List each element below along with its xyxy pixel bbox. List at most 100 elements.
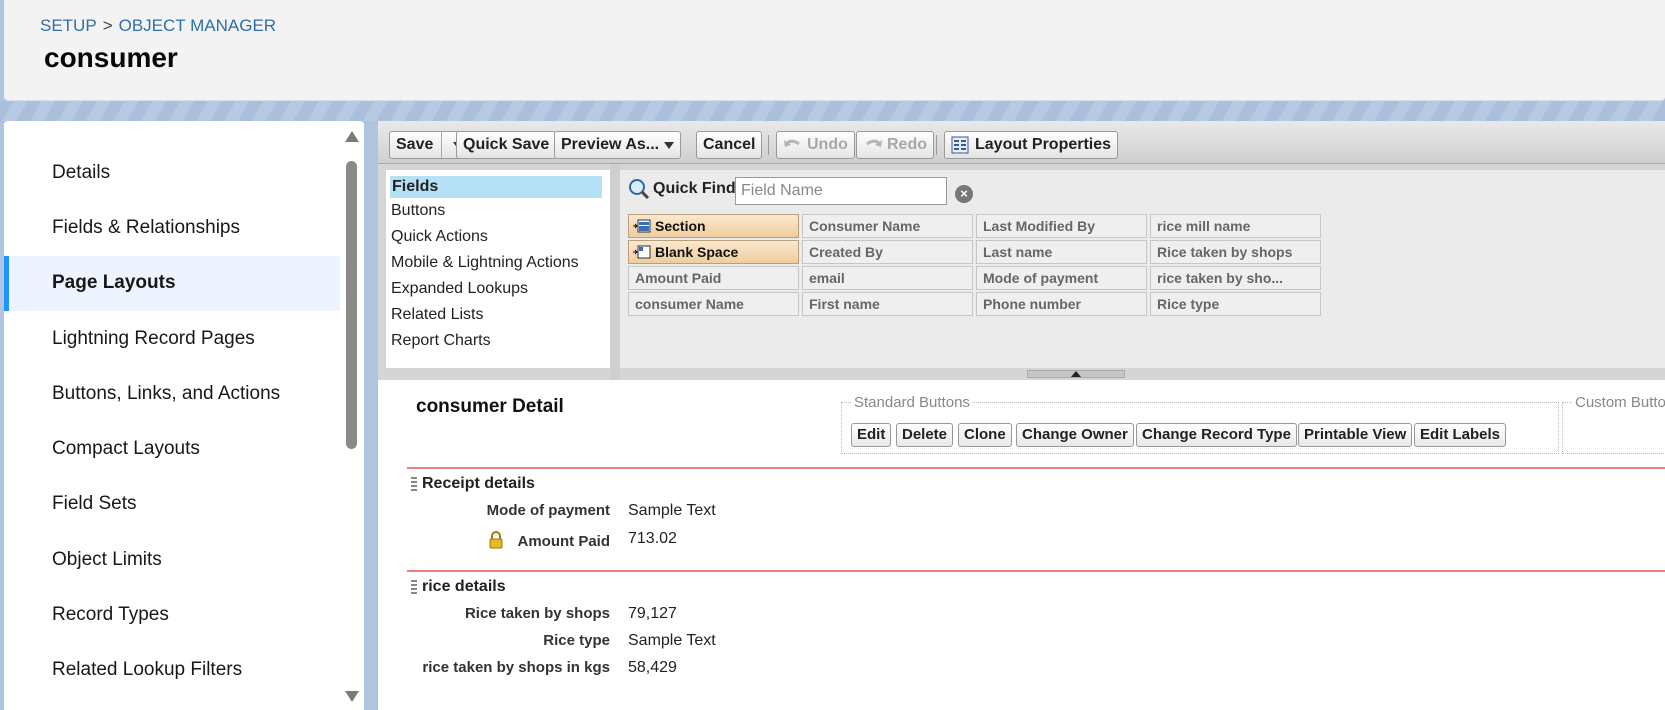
object-manager-sidebar: Details Fields & Relationships Page Layo…: [4, 121, 364, 710]
toolbar-divider: [768, 135, 769, 155]
standard-buttons-group: Standard Buttons Edit Delete Clone Chang…: [841, 394, 1559, 454]
standard-buttons-label: Standard Buttons: [852, 394, 972, 411]
sidebar-item-buttons-links-actions[interactable]: Buttons, Links, and Actions: [4, 366, 340, 421]
change-owner-button[interactable]: Change Owner: [1016, 423, 1134, 447]
printable-view-button[interactable]: Printable View: [1298, 423, 1413, 447]
edit-labels-button[interactable]: Edit Labels: [1414, 423, 1507, 447]
quick-save-button[interactable]: Quick Save: [456, 131, 557, 159]
field-label: Rice taken by shops: [464, 605, 610, 622]
palette-divider[interactable]: [610, 164, 620, 380]
section-title: Receipt details: [422, 475, 535, 492]
palette-field[interactable]: email: [802, 266, 973, 290]
palette-field[interactable]: Amount Paid: [628, 266, 799, 290]
section-divider: [407, 467, 1665, 469]
cancel-button[interactable]: Cancel: [696, 131, 763, 159]
collapse-palette-handle[interactable]: [1027, 370, 1125, 378]
layout-field-row[interactable]: Amount Paid 713.02: [408, 530, 1008, 552]
sidebar-item-page-layouts[interactable]: Page Layouts: [4, 255, 340, 311]
sidebar-item-compact-layouts[interactable]: Compact Layouts: [4, 421, 340, 476]
sidebar-item-lightning-record-pages[interactable]: Lightning Record Pages: [4, 311, 340, 366]
layout-field-row[interactable]: Mode of payment Sample Text: [408, 502, 1008, 524]
scrollbar-thumb[interactable]: [346, 161, 357, 449]
sidebar-item-record-types[interactable]: Record Types: [4, 587, 340, 642]
drag-handle-icon[interactable]: [411, 580, 417, 595]
layout-field-row[interactable]: rice taken by shops in kgs 58,429: [408, 659, 1008, 681]
layout-field-row[interactable]: Rice taken by shops 79,127: [408, 605, 1008, 627]
layout-field-row[interactable]: Rice type Sample Text: [408, 632, 1008, 654]
palette-field[interactable]: Phone number: [976, 292, 1147, 316]
field-label: rice taken by shops in kgs: [422, 659, 610, 676]
palette-field[interactable]: rice taken by sho...: [1150, 266, 1321, 290]
clone-button[interactable]: Clone: [958, 423, 1012, 447]
palette-field[interactable]: rice mill name: [1150, 214, 1321, 238]
section-header-rice-details[interactable]: rice details: [411, 578, 506, 596]
save-label: Save: [396, 136, 434, 153]
scroll-up-icon[interactable]: [345, 131, 359, 142]
palette-field[interactable]: First name: [802, 292, 973, 316]
category-report-charts[interactable]: Report Charts: [386, 328, 610, 354]
field-value: 79,127: [628, 605, 677, 622]
undo-icon: [783, 139, 800, 147]
delete-button[interactable]: Delete: [896, 423, 954, 447]
scroll-down-icon[interactable]: [345, 691, 359, 702]
palette-field[interactable]: Mode of payment: [976, 266, 1147, 290]
sidebar-item-field-sets[interactable]: Field Sets: [4, 477, 340, 532]
sidebar-item-related-lookup-filters[interactable]: Related Lookup Filters: [4, 643, 340, 698]
category-mobile-lightning-actions[interactable]: Mobile & Lightning Actions: [386, 250, 610, 276]
breadcrumb-object-manager[interactable]: OBJECT MANAGER: [119, 16, 276, 35]
breadcrumb-separator: >: [102, 16, 113, 35]
blank-space-icon: [633, 245, 651, 259]
palette-categories: Fields Buttons Quick Actions Mobile & Li…: [386, 170, 610, 368]
palette-field[interactable]: Consumer Name: [802, 214, 973, 238]
custom-buttons-label: Custom Butto: [1573, 394, 1665, 411]
category-expanded-lookups[interactable]: Expanded Lookups: [386, 276, 610, 302]
section-title: rice details: [422, 578, 506, 595]
quick-find-label: Quick Find: [653, 180, 736, 197]
layout-properties-button[interactable]: Layout Properties: [944, 131, 1119, 159]
undo-button[interactable]: Undo: [776, 131, 855, 159]
category-buttons[interactable]: Buttons: [386, 198, 610, 224]
category-fields[interactable]: Fields: [390, 176, 602, 198]
sidebar-item-details[interactable]: Details: [4, 145, 340, 200]
sidebar-scrollbar[interactable]: [342, 127, 362, 704]
drag-handle-icon[interactable]: [411, 477, 417, 492]
palette-field[interactable]: Rice taken by shops: [1150, 240, 1321, 264]
chevron-down-icon: [664, 141, 675, 149]
field-value: 713.02: [628, 530, 677, 547]
preview-as-button[interactable]: Preview As...: [554, 131, 682, 159]
lock-icon: [489, 531, 502, 549]
field-palette: Fields Buttons Quick Actions Mobile & Li…: [378, 164, 1665, 380]
edit-button[interactable]: Edit: [851, 423, 892, 447]
palette-field[interactable]: Last name: [976, 240, 1147, 264]
palette-field[interactable]: Rice type: [1150, 292, 1321, 316]
field-label: Rice type: [543, 632, 610, 649]
quick-find-input[interactable]: [735, 177, 947, 205]
section-divider: [407, 570, 1665, 572]
palette-collapse-bar: [620, 368, 1665, 380]
sidebar-item-object-limits[interactable]: Object Limits: [4, 532, 340, 587]
category-quick-actions[interactable]: Quick Actions: [386, 224, 610, 250]
layout-toolbar: Save Quick Save Preview As... Cancel Und…: [378, 121, 1665, 164]
change-record-type-button[interactable]: Change Record Type: [1136, 423, 1297, 447]
page-title: consumer: [44, 42, 178, 73]
clear-search-icon[interactable]: ×: [955, 185, 973, 203]
field-label-with-lock: Amount Paid: [489, 531, 610, 550]
palette-fields-area: Quick Find × Section Consumer Name Last …: [620, 170, 1665, 380]
sidebar-list: Details Fields & Relationships Page Layo…: [4, 145, 340, 698]
palette-field[interactable]: Created By: [802, 240, 973, 264]
section-header-receipt-details[interactable]: Receipt details: [411, 475, 535, 493]
category-related-lists[interactable]: Related Lists: [386, 302, 610, 328]
palette-item-blank-space[interactable]: Blank Space: [628, 240, 799, 264]
layout-canvas: consumer Detail Standard Buttons Edit De…: [378, 380, 1665, 710]
palette-item-section[interactable]: Section: [628, 214, 799, 238]
page-header: SETUP > OBJECT MANAGER consumer: [4, 0, 1665, 101]
breadcrumb-setup[interactable]: SETUP: [40, 16, 97, 35]
sidebar-item-fields-relationships[interactable]: Fields & Relationships: [4, 200, 340, 255]
palette-field[interactable]: Last Modified By: [976, 214, 1147, 238]
field-value: Sample Text: [628, 502, 716, 519]
layout-properties-icon: [951, 136, 969, 154]
detail-section-title: consumer Detail: [416, 396, 564, 417]
field-value: Sample Text: [628, 632, 716, 649]
redo-button[interactable]: Redo: [856, 131, 934, 159]
palette-field[interactable]: consumer Name: [628, 292, 799, 316]
